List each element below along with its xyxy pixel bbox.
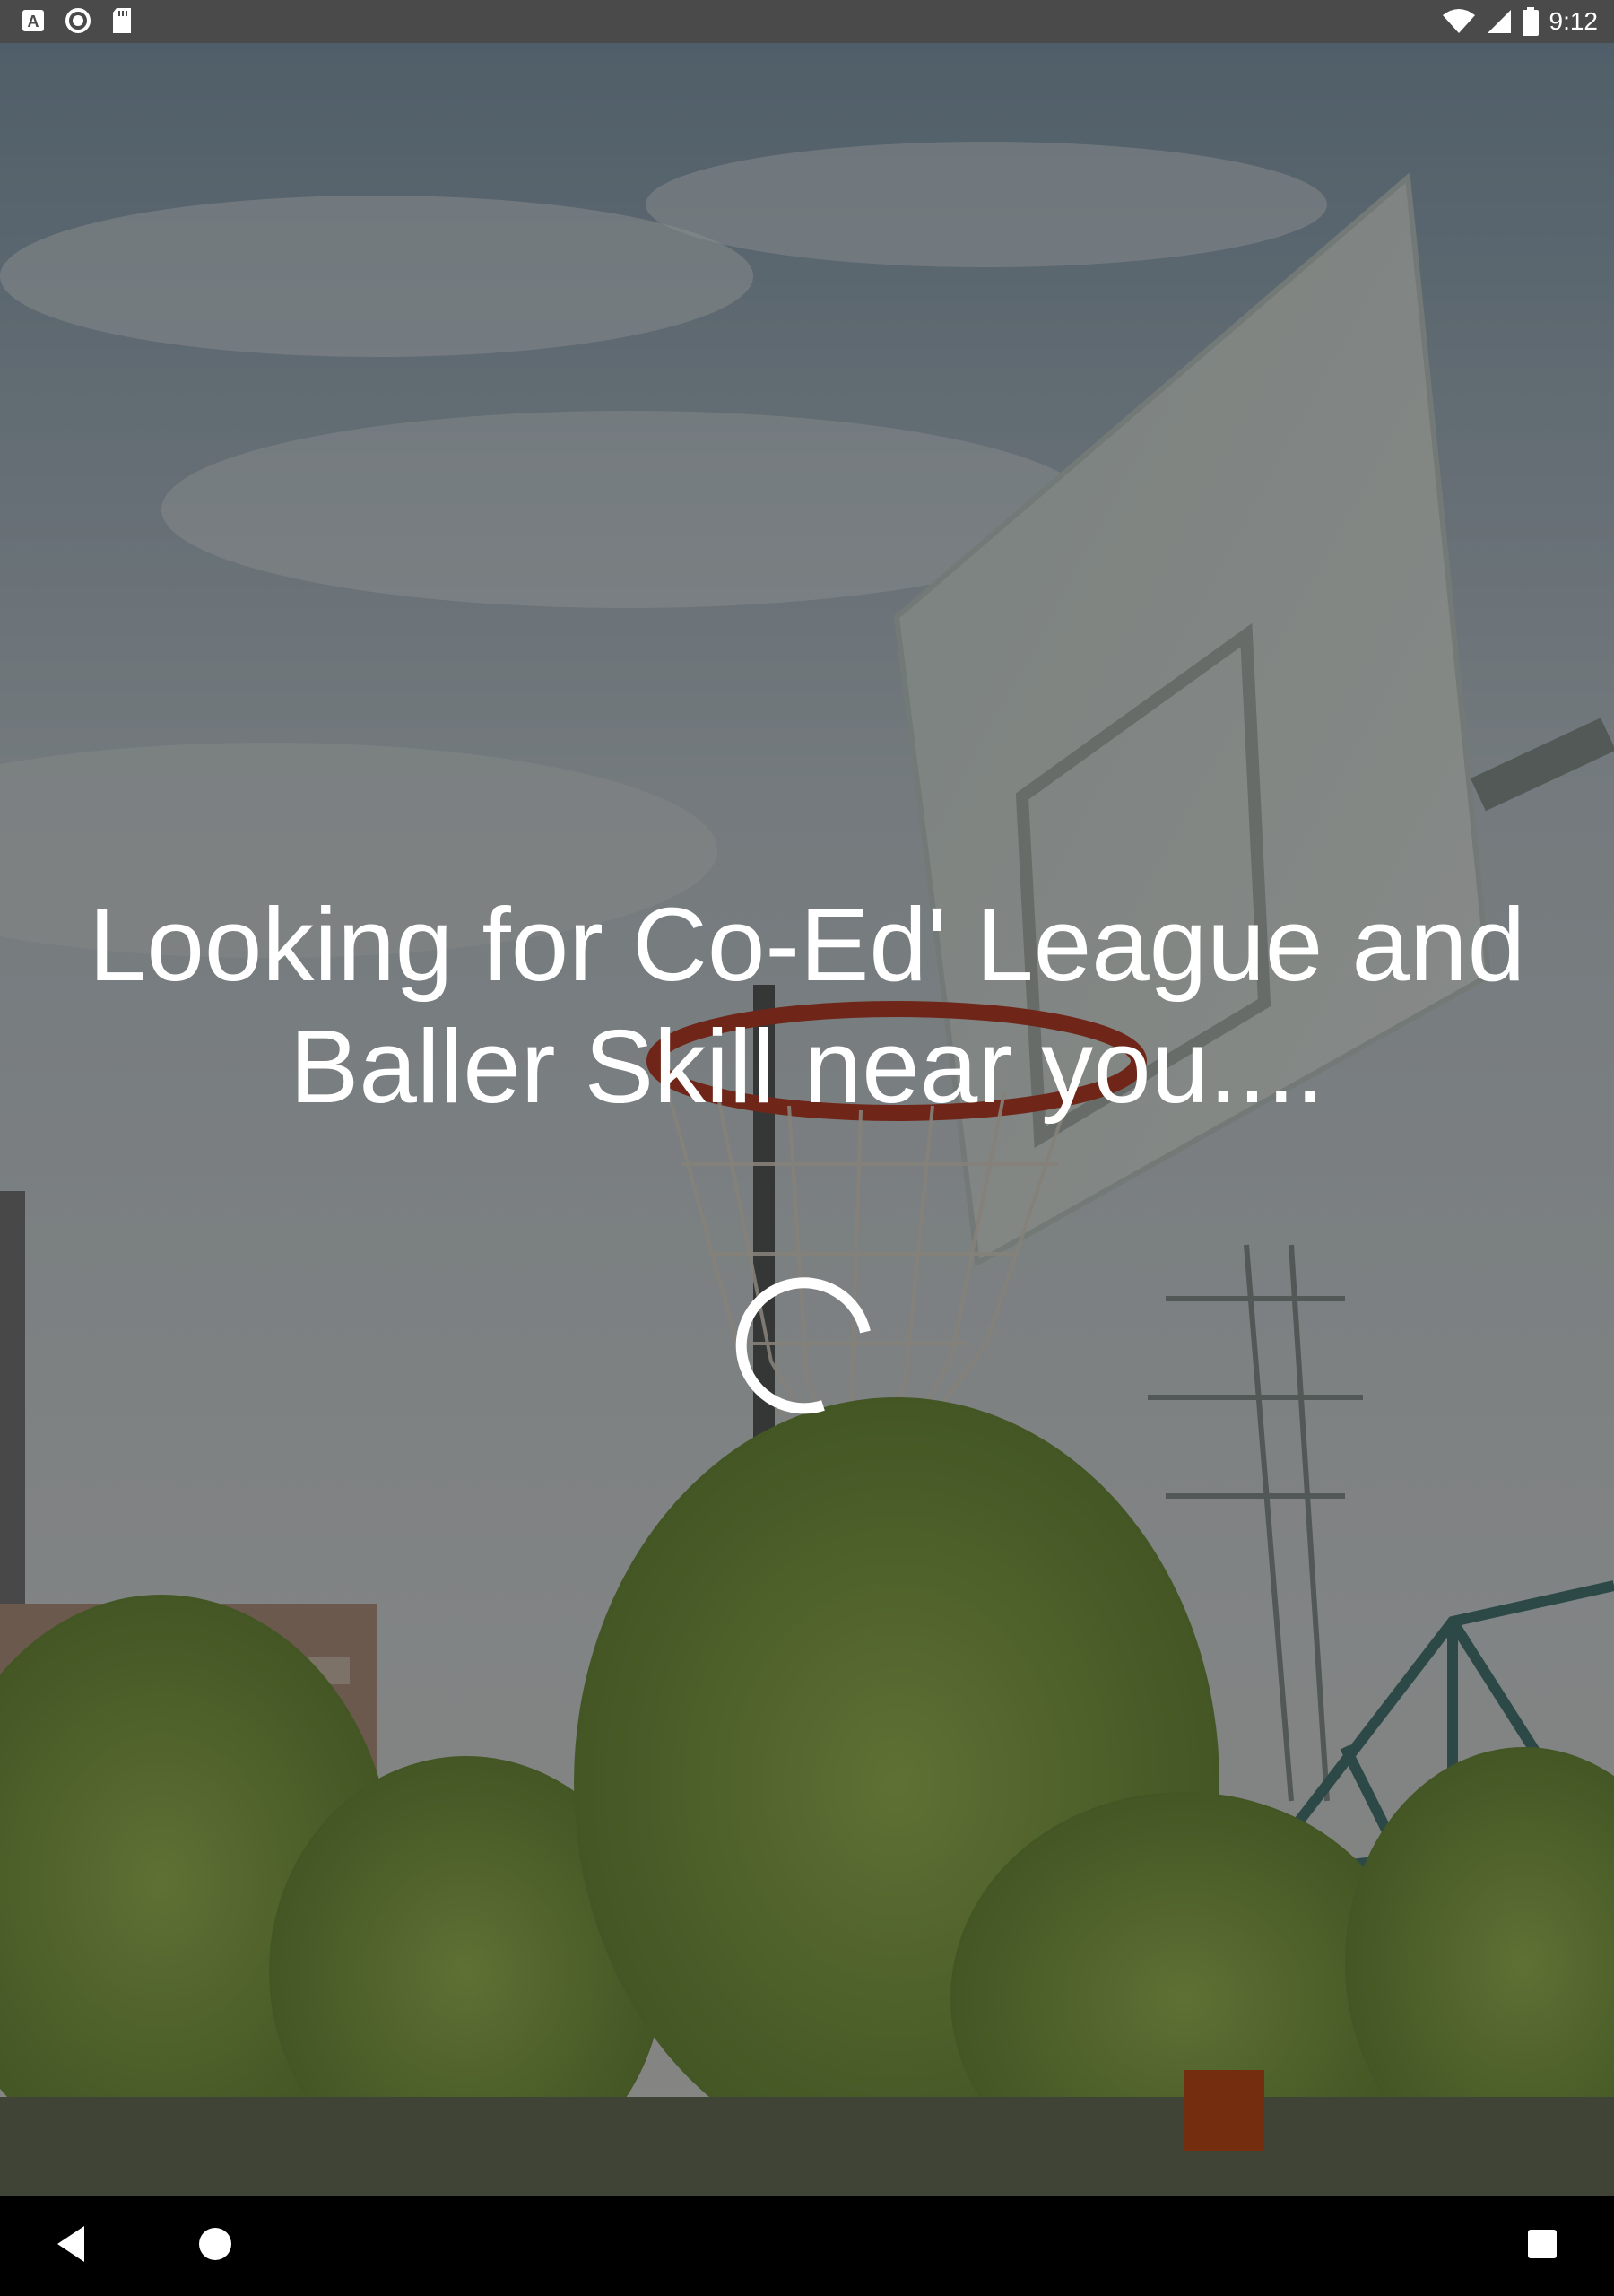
wifi-icon <box>1442 8 1476 35</box>
recents-button[interactable] <box>1488 2196 1596 2296</box>
sd-card-icon <box>111 7 133 34</box>
loading-message: Looking for Co-Ed' League and Baller Ski… <box>88 886 1526 1125</box>
home-icon <box>197 2226 233 2266</box>
circle-icon <box>65 7 91 34</box>
loading-spinner <box>731 1269 883 1422</box>
recents-icon <box>1527 2229 1558 2264</box>
svg-text:A: A <box>28 13 39 30</box>
back-icon <box>54 2224 90 2268</box>
status-time: 9:12 <box>1549 7 1599 35</box>
back-button[interactable] <box>18 2196 126 2296</box>
navigation-bar <box>0 2196 1614 2296</box>
a-icon: A <box>22 9 45 32</box>
home-button[interactable] <box>161 2196 269 2296</box>
status-bar: A 9:12 <box>0 0 1614 43</box>
battery-icon <box>1522 7 1539 36</box>
signal-icon <box>1487 8 1512 35</box>
